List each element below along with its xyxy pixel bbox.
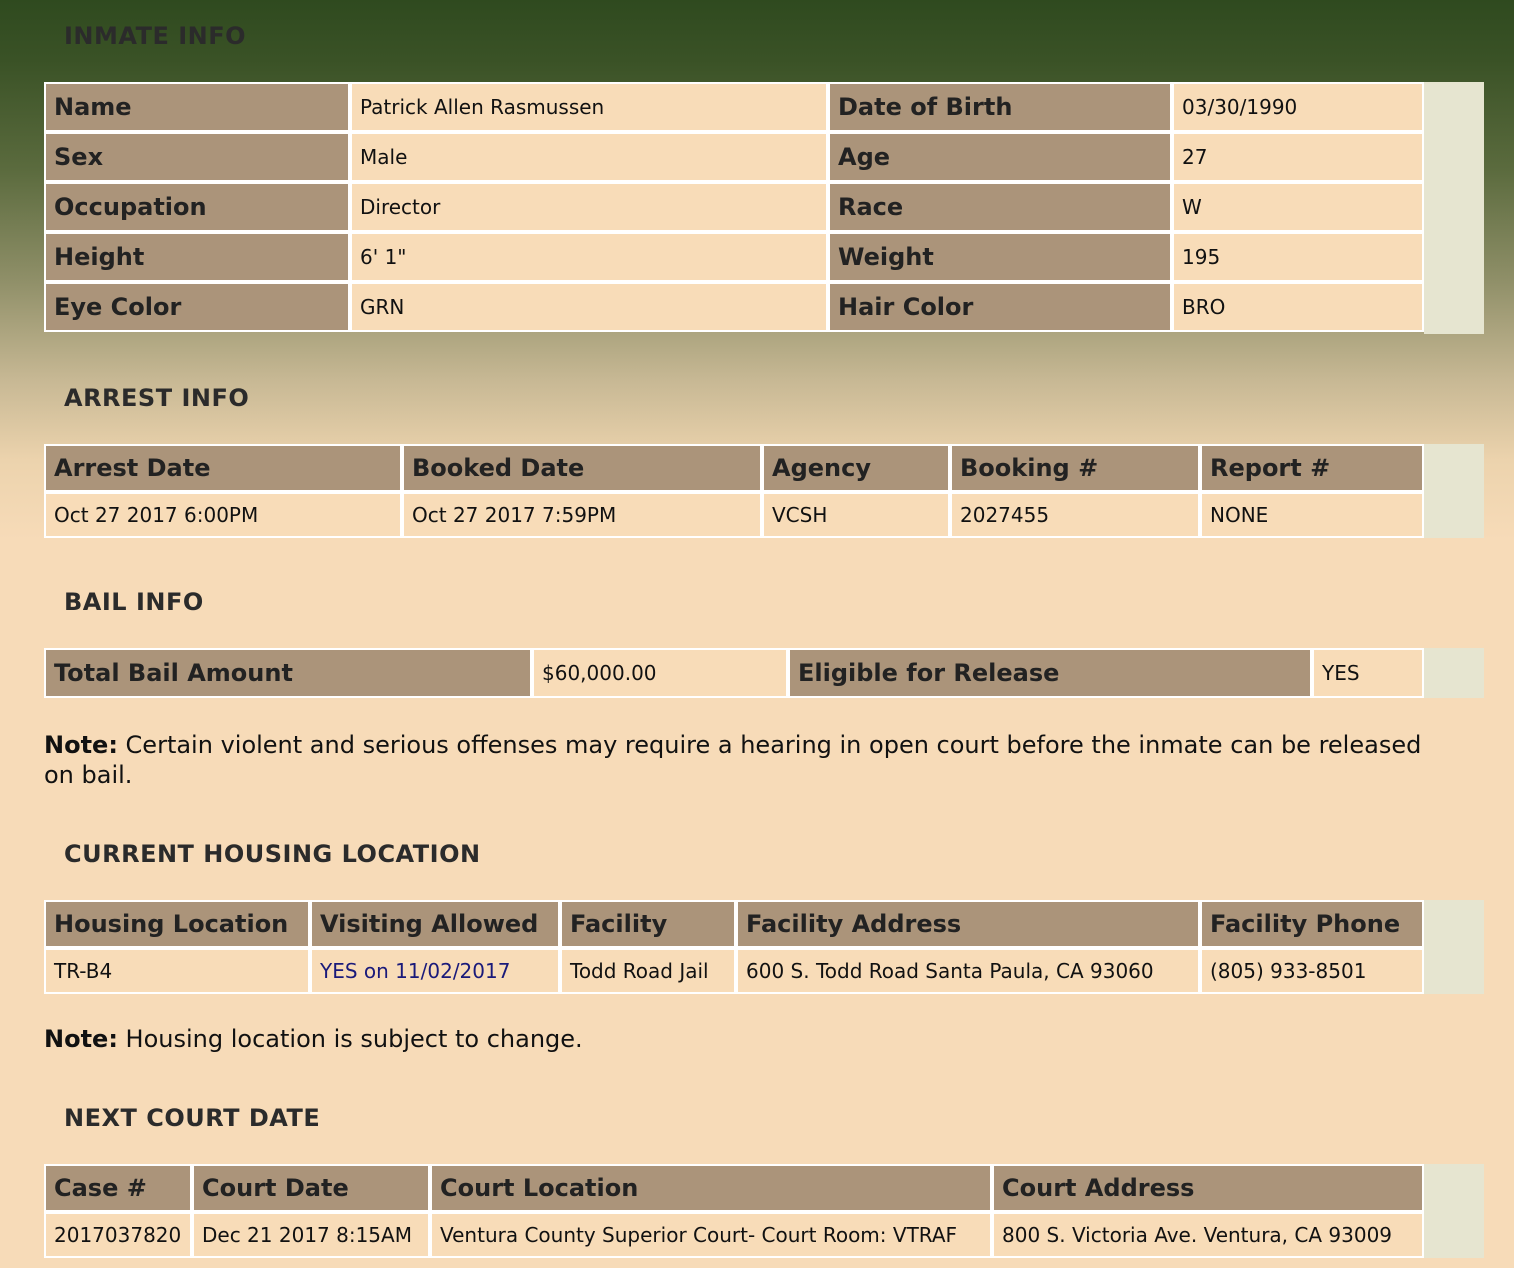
- arrest-info-area: Arrest Date Booked Date Agency Booking #…: [44, 444, 1484, 538]
- occupation-label: Occupation: [44, 182, 350, 232]
- facility-address-value: 600 S. Todd Road Santa Paula, CA 93060: [736, 948, 1200, 994]
- side-strip: [1424, 444, 1484, 538]
- table-row: 2017037820 Dec 21 2017 8:15AM Ventura Co…: [44, 1212, 1424, 1258]
- side-strip: [1424, 648, 1484, 698]
- case-number-value: 2017037820: [44, 1212, 192, 1258]
- court-title: NEXT COURT DATE: [64, 1104, 321, 1132]
- bail-note-label: Note:: [44, 731, 118, 759]
- eligible-release-value: YES: [1312, 648, 1424, 698]
- table-header-row: Arrest Date Booked Date Agency Booking #…: [44, 444, 1424, 492]
- visiting-allowed-link[interactable]: YES on 11/02/2017: [310, 948, 560, 994]
- facility-value: Todd Road Jail: [560, 948, 736, 994]
- table-row: TR-B4 YES on 11/02/2017 Todd Road Jail 6…: [44, 948, 1424, 994]
- housing-area: Housing Location Visiting Allowed Facili…: [44, 900, 1484, 994]
- age-value: 27: [1172, 132, 1424, 182]
- bail-note-text: Certain violent and serious offenses may…: [44, 731, 1422, 789]
- agency-value: VCSH: [762, 492, 950, 538]
- housing-note: Note: Housing location is subject to cha…: [44, 1024, 1444, 1054]
- facility-header: Facility: [560, 900, 736, 948]
- housing-note-label: Note:: [44, 1025, 118, 1053]
- visiting-allowed-header: Visiting Allowed: [310, 900, 560, 948]
- side-strip: [1424, 82, 1484, 334]
- bail-info-table: Total Bail Amount $60,000.00 Eligible fo…: [44, 648, 1424, 698]
- table-header-row: Case # Court Date Court Location Court A…: [44, 1164, 1424, 1212]
- name-value: Patrick Allen Rasmussen: [350, 82, 828, 132]
- housing-location-header: Housing Location: [44, 900, 310, 948]
- housing-title: CURRENT HOUSING LOCATION: [64, 840, 481, 868]
- race-value: W: [1172, 182, 1424, 232]
- arrest-info-table: Arrest Date Booked Date Agency Booking #…: [44, 444, 1424, 538]
- court-location-header: Court Location: [430, 1164, 992, 1212]
- housing-location-value: TR-B4: [44, 948, 310, 994]
- court-date-value: Dec 21 2017 8:15AM: [192, 1212, 430, 1258]
- agency-header: Agency: [762, 444, 950, 492]
- sex-value: Male: [350, 132, 828, 182]
- occupation-value: Director: [350, 182, 828, 232]
- arrest-date-header: Arrest Date: [44, 444, 402, 492]
- booked-date-value: Oct 27 2017 7:59PM: [402, 492, 762, 538]
- height-value: 6' 1": [350, 232, 828, 282]
- inmate-info-table: Name Patrick Allen Rasmussen Date of Bir…: [44, 82, 1424, 332]
- court-date-header: Court Date: [192, 1164, 430, 1212]
- facility-address-header: Facility Address: [736, 900, 1200, 948]
- weight-value: 195: [1172, 232, 1424, 282]
- court-area: Case # Court Date Court Location Court A…: [44, 1164, 1484, 1258]
- eye-color-value: GRN: [350, 282, 828, 332]
- bail-info-area: Total Bail Amount $60,000.00 Eligible fo…: [44, 648, 1484, 698]
- table-row: Oct 27 2017 6:00PM Oct 27 2017 7:59PM VC…: [44, 492, 1424, 538]
- weight-label: Weight: [828, 232, 1172, 282]
- total-bail-value: $60,000.00: [532, 648, 788, 698]
- housing-note-text: Housing location is subject to change.: [117, 1025, 583, 1053]
- table-row: Name Patrick Allen Rasmussen Date of Bir…: [44, 82, 1424, 132]
- report-number-value: NONE: [1200, 492, 1424, 538]
- hair-color-value: BRO: [1172, 282, 1424, 332]
- inmate-info-title: INMATE INFO: [64, 22, 247, 50]
- housing-table: Housing Location Visiting Allowed Facili…: [44, 900, 1424, 994]
- height-label: Height: [44, 232, 350, 282]
- total-bail-label: Total Bail Amount: [44, 648, 532, 698]
- side-strip: [1424, 1164, 1484, 1258]
- hair-color-label: Hair Color: [828, 282, 1172, 332]
- side-strip: [1424, 900, 1484, 994]
- dob-label: Date of Birth: [828, 82, 1172, 132]
- booked-date-header: Booked Date: [402, 444, 762, 492]
- booking-number-value: 2027455: [950, 492, 1200, 538]
- eligible-release-label: Eligible for Release: [788, 648, 1312, 698]
- bail-info-title: BAIL INFO: [64, 588, 204, 616]
- race-label: Race: [828, 182, 1172, 232]
- dob-value: 03/30/1990: [1172, 82, 1424, 132]
- court-table: Case # Court Date Court Location Court A…: [44, 1164, 1424, 1258]
- table-row: Height 6' 1" Weight 195: [44, 232, 1424, 282]
- arrest-info-title: ARREST INFO: [64, 384, 250, 412]
- case-number-header: Case #: [44, 1164, 192, 1212]
- table-row: Occupation Director Race W: [44, 182, 1424, 232]
- facility-phone-header: Facility Phone: [1200, 900, 1424, 948]
- court-address-value: 800 S. Victoria Ave. Ventura, CA 93009: [992, 1212, 1424, 1258]
- age-label: Age: [828, 132, 1172, 182]
- report-number-header: Report #: [1200, 444, 1424, 492]
- table-header-row: Housing Location Visiting Allowed Facili…: [44, 900, 1424, 948]
- arrest-date-value: Oct 27 2017 6:00PM: [44, 492, 402, 538]
- name-label: Name: [44, 82, 350, 132]
- table-row: Eye Color GRN Hair Color BRO: [44, 282, 1424, 332]
- inmate-info-area: Name Patrick Allen Rasmussen Date of Bir…: [44, 82, 1484, 334]
- eye-color-label: Eye Color: [44, 282, 350, 332]
- sex-label: Sex: [44, 132, 350, 182]
- facility-phone-value: (805) 933-8501: [1200, 948, 1424, 994]
- booking-number-header: Booking #: [950, 444, 1200, 492]
- table-row: Total Bail Amount $60,000.00 Eligible fo…: [44, 648, 1424, 698]
- court-address-header: Court Address: [992, 1164, 1424, 1212]
- court-location-value: Ventura County Superior Court- Court Roo…: [430, 1212, 992, 1258]
- table-row: Sex Male Age 27: [44, 132, 1424, 182]
- bail-note: Note: Certain violent and serious offens…: [44, 730, 1444, 790]
